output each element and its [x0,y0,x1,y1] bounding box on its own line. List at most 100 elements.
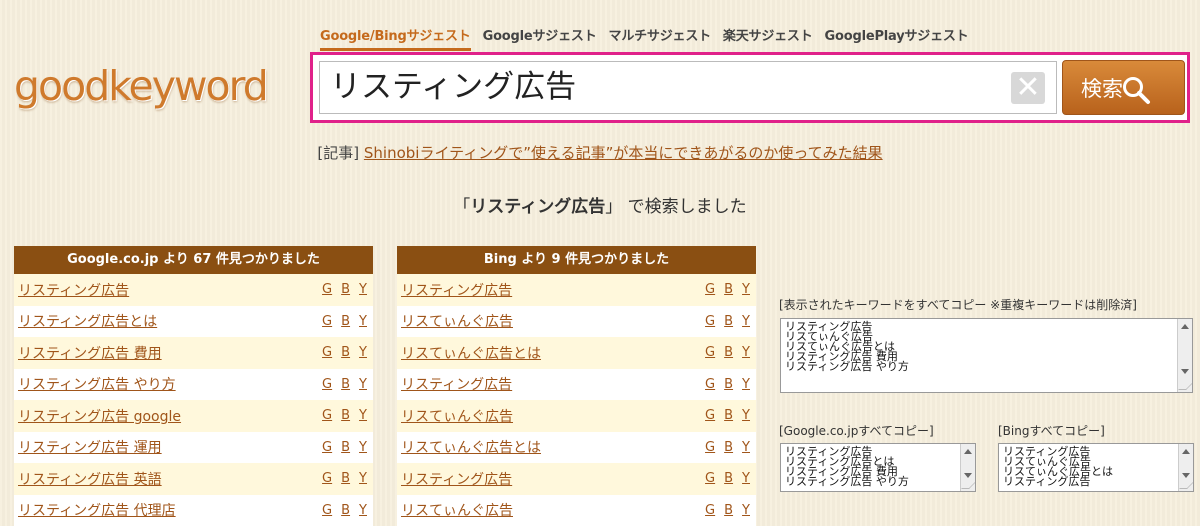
bing-search-link[interactable]: B [724,345,733,360]
google-keyword-link[interactable]: リスティング広告 運用 [18,437,162,457]
bing-keyword-link[interactable]: リスてぃんぐ広告 [401,406,513,426]
google-search-link[interactable]: G [705,282,715,297]
bing-keyword-link[interactable]: リスてぃんぐ広告とは [401,343,541,363]
scroll-down-icon[interactable] [1181,369,1189,374]
google-keyword-link[interactable]: リスティング広告 やり方 [18,374,176,394]
engine-links: GBY [705,314,750,329]
result-row: リスてぃんぐ広告とは G B Y [397,431,756,463]
google-search-link[interactable]: G [322,440,332,455]
bing-search-link[interactable]: B [724,282,733,297]
copy-google-textarea[interactable]: リスティング広告 リスティング広告とは リスティング広告 費用 リスティング広告 やり… [780,443,976,492]
bing-search-link[interactable]: B [341,440,350,455]
google-search-link[interactable]: G [705,503,715,518]
engine-links: GBY [322,408,367,423]
copy-line: リスティング広告 やり方 [785,475,909,488]
bing-search-link[interactable]: B [724,377,733,392]
result-row: リスティング広告 google G B Y [14,400,373,432]
bing-keyword-link[interactable]: リスティング広告 [401,374,512,394]
google-keyword-link[interactable]: リスティング広告とは [18,311,157,331]
google-search-link[interactable]: G [322,282,332,297]
yahoo-search-link[interactable]: Y [359,503,367,518]
search-button[interactable]: 検索 [1062,60,1185,115]
copy-bing-textarea[interactable]: リスティング広告 リスてぃんぐ広告 リスてぃんぐ広告とは リスティング広告 [998,443,1194,492]
bing-keyword-link[interactable]: リスてぃんぐ広告 [401,311,513,331]
tab-multi[interactable]: マルチサジェスト [609,25,712,51]
google-search-link[interactable]: G [322,314,332,329]
yahoo-search-link[interactable]: Y [742,471,750,486]
bing-search-link[interactable]: B [341,314,350,329]
scroll-down-icon[interactable] [964,473,972,478]
copy-all-textarea[interactable]: リスティング広告 リスてぃんぐ広告 リスてぃんぐ広告とは リスティング広告 費用 リステ… [780,318,1193,393]
bing-keyword-link[interactable]: リスティング広告 [401,469,512,489]
bing-keyword-link[interactable]: リスティング広告 [401,280,512,300]
bing-keyword-link[interactable]: リスてぃんぐ広告とは [401,437,541,457]
google-results-header: Google.co.jp より 67 件見つかりました [14,246,373,274]
bing-search-link[interactable]: B [724,471,733,486]
logo[interactable]: goodkeyword [14,62,269,110]
bing-search-link[interactable]: B [724,503,733,518]
google-search-link[interactable]: G [322,377,332,392]
search-icon [1123,76,1150,104]
google-search-link[interactable]: G [705,377,715,392]
google-search-link[interactable]: G [705,471,715,486]
google-keyword-link[interactable]: リスティング広告 英語 [18,469,162,489]
engine-links: GBY [705,471,750,486]
google-search-link[interactable]: G [705,408,715,423]
engine-links: GBY [705,503,750,518]
search-input[interactable]: リスティング広告 [319,61,1057,114]
google-search-link[interactable]: G [322,345,332,360]
yahoo-search-link[interactable]: Y [742,314,750,329]
yahoo-search-link[interactable]: Y [359,471,367,486]
result-row: リスティング広告 G B Y [397,274,756,306]
bing-keyword-link[interactable]: リスてぃんぐ広告 [401,500,513,520]
tab-rakuten[interactable]: 楽天サジェスト [723,25,813,51]
google-keyword-link[interactable]: リスティング広告 代理店 [18,500,176,520]
clear-button[interactable]: ✕ [1011,72,1045,104]
article-link[interactable]: Shinobiライティングで”使える記事”が本当にできあがるのか使ってみた結果 [364,144,883,162]
yahoo-search-link[interactable]: Y [742,440,750,455]
bing-search-link[interactable]: B [341,503,350,518]
tab-google-bing[interactable]: Google/Bingサジェスト [320,25,471,51]
bing-results-panel: Bing より 9 件見つかりました リスティング広告 G B Y リスてぃんぐ広告 G B… [397,246,756,526]
result-row: リスティング広告 G B Y [14,274,373,306]
yahoo-search-link[interactable]: Y [359,345,367,360]
article-prefix: [記事] [317,144,360,162]
google-keyword-link[interactable]: リスティング広告 [18,280,129,300]
yahoo-search-link[interactable]: Y [742,503,750,518]
tab-google[interactable]: Googleサジェスト [483,25,597,51]
search-box: リスティング広告 ✕ 検索 [310,52,1190,123]
google-search-link[interactable]: G [705,440,715,455]
yahoo-search-link[interactable]: Y [742,282,750,297]
bing-search-link[interactable]: B [341,345,350,360]
bing-search-link[interactable]: B [724,314,733,329]
yahoo-search-link[interactable]: Y [742,408,750,423]
google-search-link[interactable]: G [322,408,332,423]
google-search-link[interactable]: G [705,314,715,329]
engine-links: GBY [705,440,750,455]
yahoo-search-link[interactable]: Y [359,377,367,392]
google-keyword-link[interactable]: リスティング広告 費用 [18,343,162,363]
yahoo-search-link[interactable]: Y [359,282,367,297]
result-row: リスティング広告 やり方 G B Y [14,368,373,400]
scroll-up-icon[interactable] [1181,324,1189,329]
scroll-up-icon[interactable] [964,449,972,454]
yahoo-search-link[interactable]: Y [359,408,367,423]
yahoo-search-link[interactable]: Y [742,377,750,392]
bing-search-link[interactable]: B [341,471,350,486]
google-search-link[interactable]: G [705,345,715,360]
google-search-link[interactable]: G [322,471,332,486]
yahoo-search-link[interactable]: Y [359,314,367,329]
bing-search-link[interactable]: B [724,440,733,455]
yahoo-search-link[interactable]: Y [359,440,367,455]
google-search-link[interactable]: G [322,503,332,518]
yahoo-search-link[interactable]: Y [742,345,750,360]
bing-search-link[interactable]: B [341,408,350,423]
scroll-up-icon[interactable] [1182,449,1190,454]
bing-search-link[interactable]: B [724,408,733,423]
scroll-down-icon[interactable] [1182,473,1190,478]
tab-googleplay[interactable]: GooglePlayサジェスト [825,25,969,51]
bing-search-link[interactable]: B [341,282,350,297]
bing-search-link[interactable]: B [341,377,350,392]
result-row: リスてぃんぐ広告 G B Y [397,305,756,337]
google-keyword-link[interactable]: リスティング広告 google [18,406,181,426]
